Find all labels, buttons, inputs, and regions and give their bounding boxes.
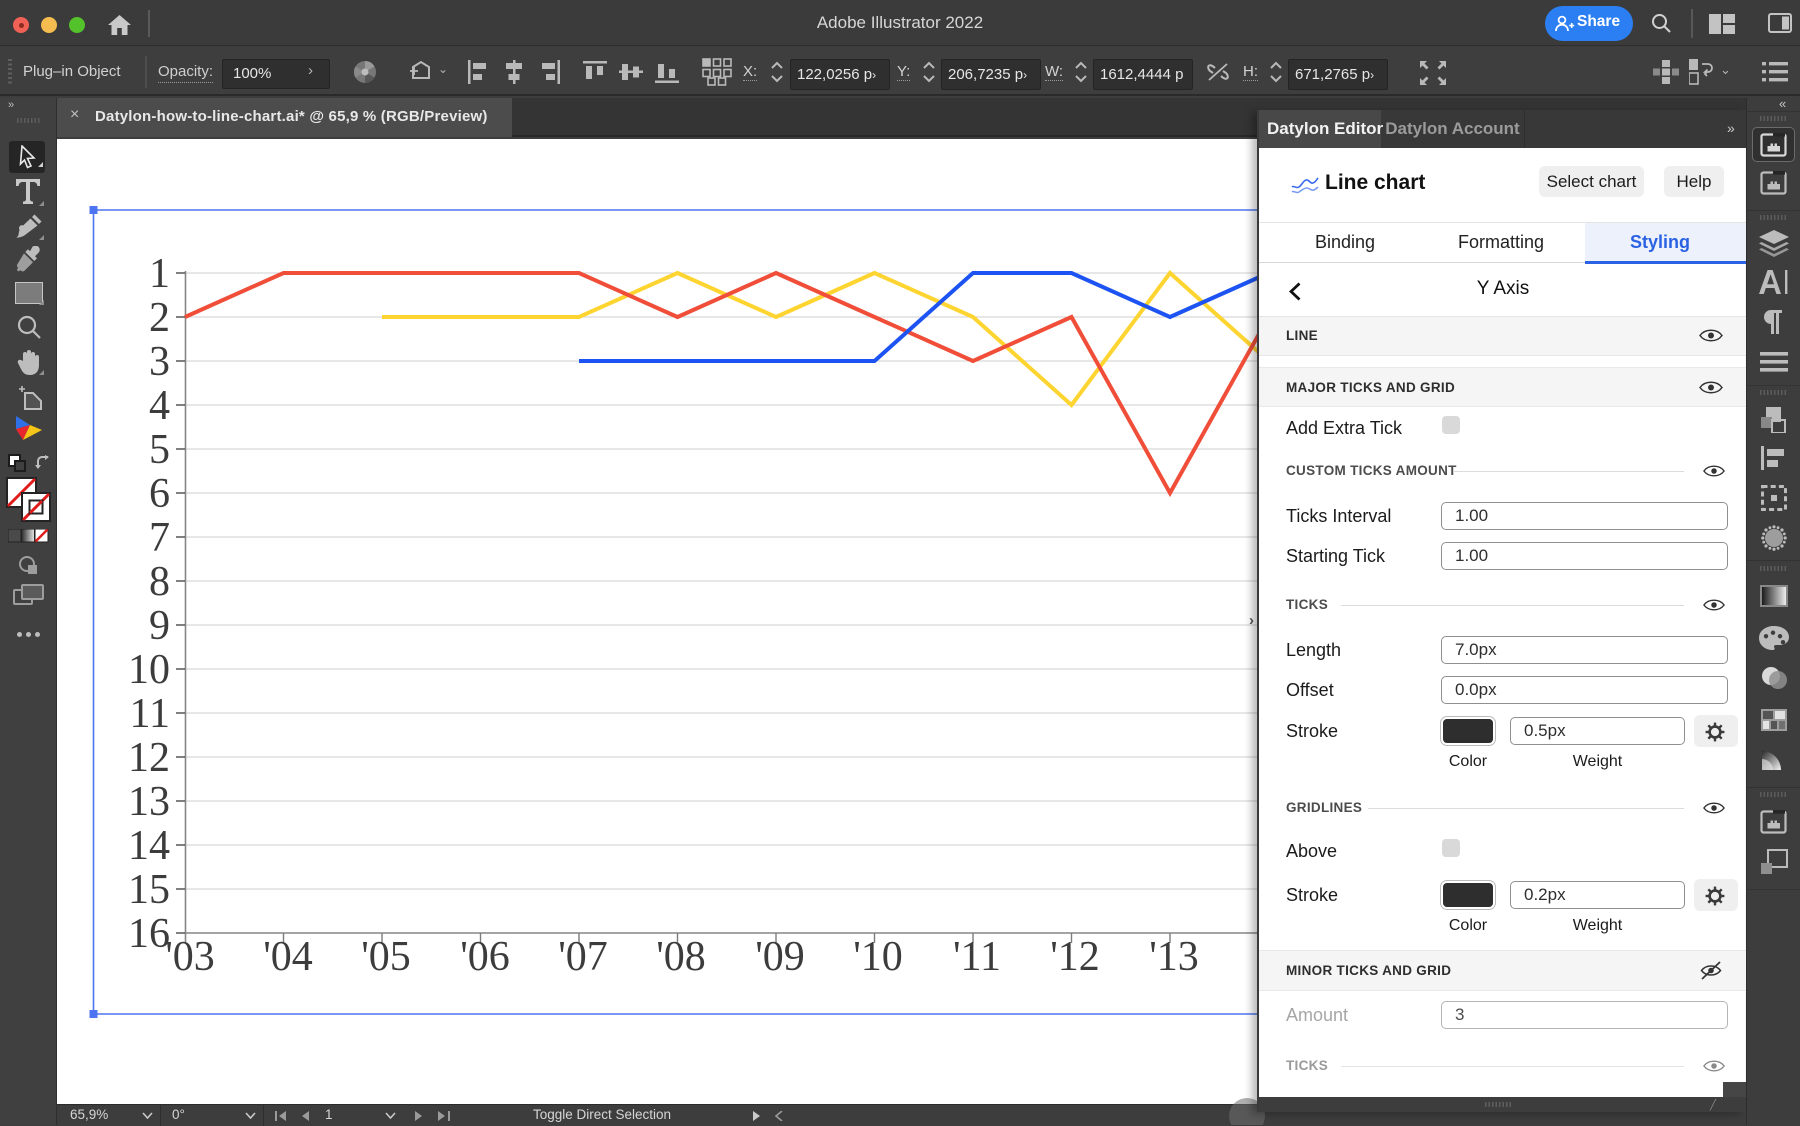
- svg-text:15: 15: [128, 867, 170, 913]
- svg-text:16: 16: [128, 911, 170, 957]
- svg-text:11: 11: [130, 691, 170, 737]
- svg-text:7: 7: [149, 515, 170, 561]
- svg-text:'09: '09: [755, 934, 805, 980]
- svg-text:'07: '07: [558, 934, 608, 980]
- svg-text:'06: '06: [460, 934, 510, 980]
- svg-text:6: 6: [149, 471, 170, 517]
- svg-text:10: 10: [128, 647, 170, 693]
- svg-text:'13: '13: [1149, 934, 1199, 980]
- svg-text:'05: '05: [361, 934, 411, 980]
- svg-text:2: 2: [149, 295, 170, 341]
- svg-text:9: 9: [149, 603, 170, 649]
- svg-text:'04: '04: [263, 934, 313, 980]
- svg-text:13: 13: [128, 779, 170, 825]
- svg-text:14: 14: [128, 823, 170, 869]
- svg-text:'12: '12: [1050, 934, 1100, 980]
- svg-text:1: 1: [149, 251, 170, 297]
- svg-text:'03: '03: [165, 934, 215, 980]
- svg-text:4: 4: [149, 383, 170, 429]
- svg-text:5: 5: [149, 427, 170, 473]
- svg-text:8: 8: [149, 559, 170, 605]
- svg-text:3: 3: [149, 339, 170, 385]
- svg-text:'08: '08: [656, 934, 706, 980]
- svg-text:'10: '10: [853, 934, 903, 980]
- svg-text:12: 12: [128, 735, 170, 781]
- svg-text:'11: '11: [953, 934, 1001, 980]
